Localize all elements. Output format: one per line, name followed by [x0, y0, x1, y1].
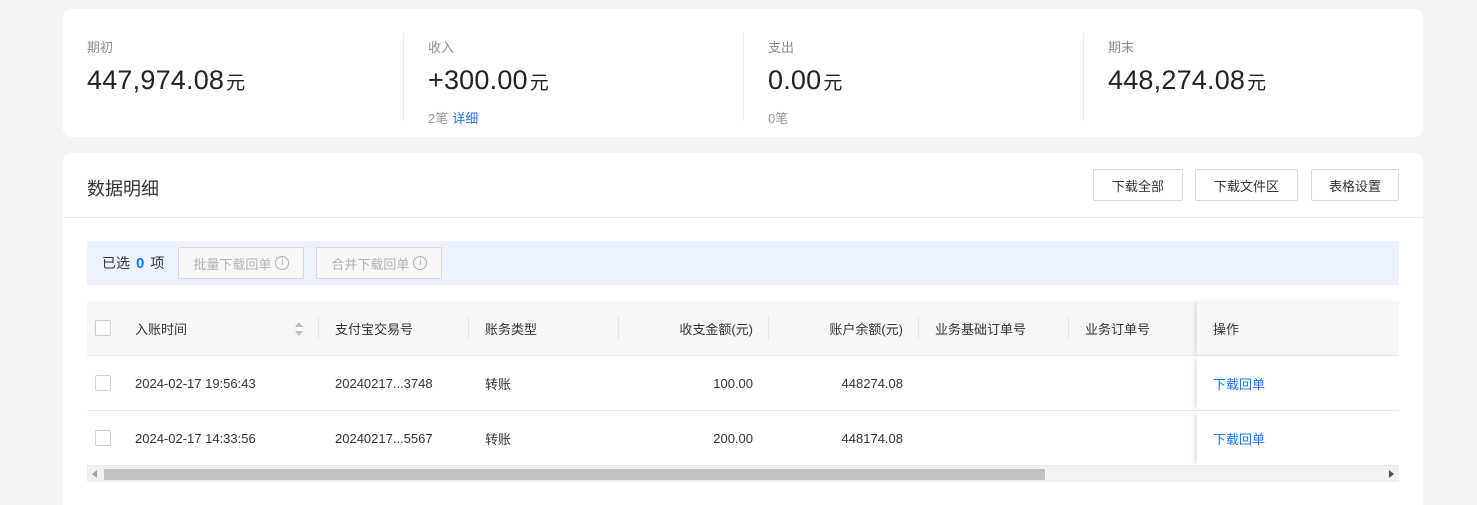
col-header-amount: 收支金额(元) — [619, 301, 769, 355]
selection-count: 0 — [136, 254, 145, 272]
scroll-left-icon[interactable] — [92, 470, 97, 478]
cell-action: 下载回单 — [1197, 356, 1399, 410]
col-header-label: 账户余额(元) — [829, 321, 903, 337]
cell-base-order — [919, 411, 1069, 465]
stat-amount: 447,974.08 — [87, 65, 225, 95]
col-header-label: 入账时间 — [135, 321, 188, 337]
stat-label: 收入 — [428, 40, 455, 55]
cell-action: 下载回单 — [1197, 411, 1399, 465]
select-all-cell — [95, 301, 111, 355]
cell-order — [1069, 411, 1197, 465]
col-header-order: 业务订单号 — [1069, 301, 1197, 355]
info-icon: i — [275, 256, 290, 270]
download-area-button[interactable]: 下载文件区 — [1195, 169, 1298, 201]
cell-base-order — [919, 356, 1069, 410]
stat-unit: 元 — [1247, 73, 1267, 94]
col-header-label: 收支金额(元) — [679, 321, 753, 337]
row-checkbox[interactable] — [95, 375, 111, 391]
scrollbar-thumb[interactable] — [104, 469, 1045, 480]
selection-prefix: 已选 — [102, 255, 130, 271]
stat-income: 收入 +300.00 元 2笔 详细 — [403, 33, 743, 126]
cell-time: 2024-02-17 19:56:43 — [135, 375, 256, 391]
table-row: 2024-02-17 14:33:56 20240217...5567 转账 2… — [87, 411, 1399, 466]
income-detail-link[interactable]: 详细 — [452, 111, 478, 126]
col-header-trade-no: 支付宝交易号 — [319, 301, 469, 355]
stat-amount: 0.00 — [768, 65, 822, 95]
download-all-button[interactable]: 下载全部 — [1093, 169, 1183, 201]
col-header-action: 操作 — [1213, 301, 1239, 355]
stat-amount: 448,274.08 — [1108, 65, 1246, 95]
scroll-right-icon[interactable] — [1389, 470, 1394, 478]
merge-download-button[interactable]: 合并下载回单 i — [316, 247, 443, 279]
horizontal-scrollbar[interactable] — [87, 466, 1399, 482]
stat-amount: +300.00 — [428, 65, 528, 95]
cell-type: 转账 — [485, 376, 512, 392]
stat-unit: 元 — [226, 73, 246, 94]
stat-label: 期末 — [1108, 40, 1135, 55]
col-header-label: 操作 — [1213, 321, 1240, 337]
stat-value: 447,974.08 元 — [87, 64, 403, 100]
selection-bar: 已选 0 项 批量下载回单 i 合并下载回单 i — [87, 241, 1399, 285]
batch-download-label: 批量下载回单 — [193, 256, 272, 272]
col-header-time[interactable]: 入账时间 — [135, 301, 319, 355]
table-header-row: 入账时间 支付宝交易号 账务类型 收支金额(元) 账户余额(元) 业务基础订单号… — [87, 301, 1399, 356]
cell-action-wrap: 下载回单 — [1213, 411, 1265, 465]
table-row: 2024-02-17 19:56:43 20240217...3748 转账 1… — [87, 356, 1399, 411]
col-header-action-cell: 操作 — [1197, 301, 1399, 355]
stat-value: 448,274.08 元 — [1108, 64, 1423, 100]
col-header-label: 支付宝交易号 — [335, 321, 414, 337]
download-receipt-link[interactable]: 下载回单 — [1213, 374, 1265, 393]
col-header-label: 账务类型 — [485, 321, 538, 337]
cell-balance: 448174.08 — [841, 430, 903, 446]
cell-trade-no: 20240217...3748 — [335, 375, 433, 391]
stat-label: 支出 — [768, 40, 795, 55]
sort-icon[interactable] — [295, 322, 303, 336]
batch-download-button[interactable]: 批量下载回单 i — [178, 247, 305, 279]
row-select-cell — [95, 411, 111, 465]
col-header-label: 业务基础订单号 — [935, 321, 1027, 337]
col-header-base-order: 业务基础订单号 — [919, 301, 1069, 355]
stat-label: 期初 — [87, 40, 114, 55]
stat-sub: 0笔 — [768, 108, 1083, 127]
cell-balance: 448274.08 — [841, 375, 903, 391]
stat-value: 0.00 元 — [768, 64, 1083, 100]
cell-type: 转账 — [485, 431, 512, 447]
row-select-cell — [95, 356, 111, 410]
cell-amount: 100.00 — [713, 375, 753, 391]
stat-count: 2笔 — [428, 111, 449, 126]
stat-count: 0笔 — [768, 111, 789, 126]
cell-action-wrap: 下载回单 — [1213, 356, 1265, 410]
stat-closing: 期末 448,274.08 元 — [1083, 33, 1423, 121]
detail-card: 数据明细 下载全部 下载文件区 表格设置 已选 0 项 批量下载回单 i 合并下… — [63, 153, 1423, 505]
stat-value: +300.00 元 — [428, 64, 743, 100]
stat-opening: 期初 447,974.08 元 — [63, 33, 403, 121]
col-header-balance: 账户余额(元) — [769, 301, 919, 355]
col-header-label: 业务订单号 — [1085, 321, 1151, 337]
cell-time: 2024-02-17 14:33:56 — [135, 430, 256, 446]
cell-order — [1069, 356, 1197, 410]
merge-download-label: 合并下载回单 — [331, 256, 410, 272]
col-header-type: 账务类型 — [469, 301, 619, 355]
selection-suffix: 项 — [150, 255, 165, 271]
transactions-table: 入账时间 支付宝交易号 账务类型 收支金额(元) 账户余额(元) 业务基础订单号… — [87, 301, 1399, 466]
row-checkbox[interactable] — [95, 430, 111, 446]
stat-unit: 元 — [529, 73, 549, 94]
detail-header: 数据明细 下载全部 下载文件区 表格设置 — [63, 153, 1423, 218]
info-icon: i — [413, 256, 428, 270]
select-all-checkbox[interactable] — [95, 320, 111, 336]
table-settings-button[interactable]: 表格设置 — [1311, 169, 1399, 201]
summary-card: 期初 447,974.08 元 收入 +300.00 元 2笔 详细 支出 0.00 元… — [63, 9, 1423, 137]
section-title: 数据明细 — [87, 179, 159, 199]
stat-expense: 支出 0.00 元 0笔 — [743, 33, 1083, 126]
cell-amount: 200.00 — [713, 430, 753, 446]
cell-trade-no: 20240217...5567 — [335, 430, 433, 446]
stat-unit: 元 — [823, 73, 843, 94]
stat-sub: 2笔 详细 — [428, 108, 743, 127]
download-receipt-link[interactable]: 下载回单 — [1213, 429, 1265, 448]
